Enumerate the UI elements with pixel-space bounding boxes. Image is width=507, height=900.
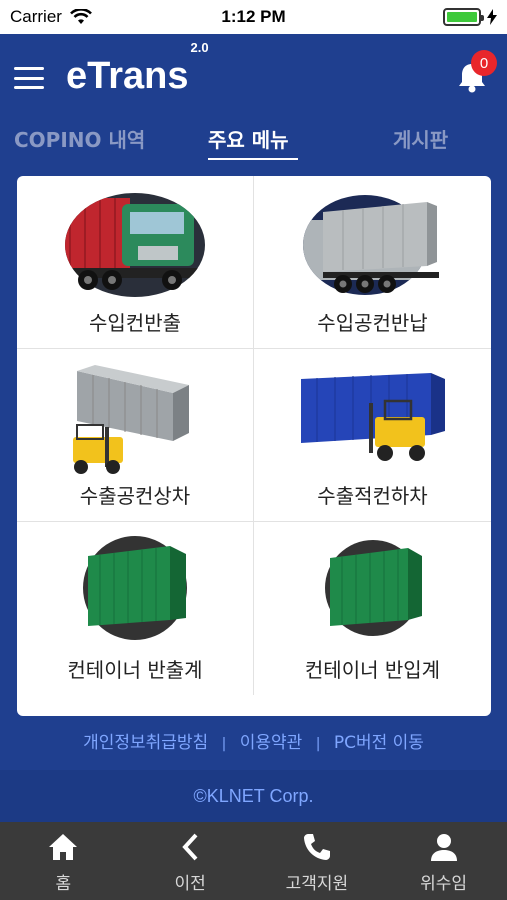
tab-main-menu[interactable]: 주요 메뉴: [208, 124, 289, 153]
home-icon: [49, 833, 78, 860]
nav-label: 위수임: [420, 873, 468, 894]
menu-icon[interactable]: [14, 67, 44, 89]
menu-label: 컨테이너 반입계: [304, 658, 441, 682]
menu-container-out-report[interactable]: 컨테이너 반출계: [17, 522, 254, 695]
nav-label: 홈: [55, 873, 72, 894]
app-logo: eTrans2.0: [66, 39, 209, 97]
menu-import-container-out[interactable]: 수입컨반출: [17, 176, 254, 349]
battery-icon: [443, 8, 484, 26]
nav-back[interactable]: 이전: [127, 822, 254, 900]
status-bar: Carrier 1:12 PM: [0, 0, 507, 34]
link-separator: |: [221, 736, 227, 752]
nav-label: 고객지원: [285, 873, 349, 894]
app-header: eTrans2.0 0: [0, 34, 507, 122]
nav-label: 이전: [174, 873, 206, 894]
charging-icon: [487, 9, 497, 25]
tab-copino[interactable]: COPINO 내역: [14, 124, 145, 153]
menu-label: 수출공컨상차: [79, 484, 191, 508]
green-container-icon: [324, 540, 422, 636]
phone-icon: [303, 833, 330, 860]
nav-home[interactable]: 홈: [0, 822, 127, 900]
copyright: ©KLNET Corp.: [0, 770, 507, 822]
forklift-container-icon: [73, 365, 189, 474]
nav-support[interactable]: 고객지원: [254, 822, 381, 900]
truck-icon: [65, 193, 205, 297]
carrier-label: Carrier: [10, 7, 62, 26]
blue-container-forklift-icon: [300, 373, 445, 461]
person-icon: [430, 833, 457, 861]
nav-delegation[interactable]: 위수임: [380, 822, 507, 900]
footer-links: 개인정보취급방침 | 이용약관 | PC버전 이동: [0, 728, 507, 762]
main-menu-grid: 수입컨반출 수입공컨반납 수출공컨상차 수출적컨하차 컨테이너 반출계 컨테이너…: [17, 176, 491, 716]
back-icon: [182, 833, 198, 860]
menu-container-in-report[interactable]: 컨테이너 반입계: [254, 522, 491, 695]
copyright-text: ©KLNET Corp.: [193, 785, 314, 806]
menu-export-full-unloading[interactable]: 수출적컨하차: [254, 349, 491, 522]
active-tab-indicator: [208, 158, 298, 160]
menu-export-empty-loading[interactable]: 수출공컨상차: [17, 349, 254, 522]
menu-label: 컨테이너 반출계: [67, 658, 203, 682]
notification-badge: 0: [471, 50, 497, 76]
pc-version-link[interactable]: PC버전 이동: [334, 733, 424, 753]
link-separator: |: [315, 736, 321, 752]
terms-link[interactable]: 이용약관: [240, 733, 303, 753]
menu-label: 수출적컨하차: [317, 484, 428, 508]
green-container-icon: [83, 536, 187, 640]
tab-bar: COPINO 내역 주요 메뉴 게시판: [0, 122, 507, 164]
menu-label: 수입컨반출: [89, 311, 181, 335]
tab-board[interactable]: 게시판: [393, 124, 448, 153]
container-trailer-icon: [302, 195, 439, 295]
menu-label: 수입공컨반납: [317, 311, 428, 335]
wifi-icon: [70, 9, 92, 24]
privacy-policy-link[interactable]: 개인정보취급방침: [83, 733, 208, 753]
menu-import-empty-return[interactable]: 수입공컨반납: [254, 176, 491, 349]
bottom-nav: 홈 이전 고객지원 위수임: [0, 822, 507, 900]
